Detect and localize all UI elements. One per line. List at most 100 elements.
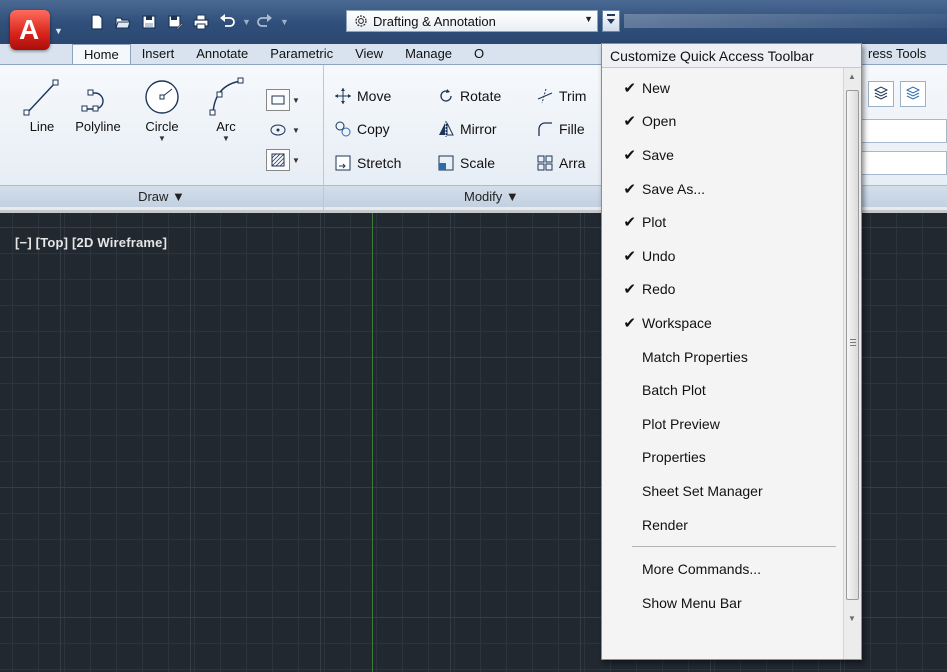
polyline-label: Polyline	[75, 119, 121, 134]
bar-icon	[607, 14, 615, 16]
save-as-icon[interactable]	[164, 11, 186, 33]
tab-parametric[interactable]: Parametric	[259, 44, 344, 64]
autocad-logo-icon: A	[10, 10, 50, 50]
tab-output[interactable]: O	[463, 44, 495, 64]
chevron-down-icon[interactable]: ▼	[134, 134, 190, 143]
open-icon[interactable]	[112, 11, 134, 33]
circle-label: Circle	[145, 119, 179, 134]
layer-match-icon[interactable]	[900, 81, 926, 107]
draw-small-tools: ▼ ▼ ▼	[266, 85, 316, 175]
menu-scrollbar[interactable]: ▲ ▼	[843, 68, 861, 659]
copy-icon	[335, 121, 351, 137]
move-label: Move	[357, 88, 392, 104]
array-button[interactable]: Arra	[536, 154, 585, 172]
undo-icon[interactable]	[216, 11, 238, 33]
save-icon[interactable]	[138, 11, 160, 33]
ellipse-icon	[266, 119, 290, 141]
menu-item-workspace[interactable]: ✔ Workspace	[602, 306, 842, 340]
plot-icon[interactable]	[190, 11, 212, 33]
menu-item-open[interactable]: ✔ Open	[602, 105, 842, 139]
line-label: Line	[29, 119, 55, 134]
scroll-up-icon[interactable]: ▲	[848, 72, 856, 81]
chevron-down-icon[interactable]: ▼	[198, 134, 254, 143]
tab-annotate[interactable]: Annotate	[185, 44, 259, 64]
polyline-button[interactable]: Polyline	[70, 75, 126, 134]
chevron-down-icon[interactable]: ▼	[292, 96, 300, 105]
menu-item-new[interactable]: ✔ New	[602, 71, 842, 105]
menu-item-plot-preview[interactable]: Plot Preview	[602, 407, 842, 441]
menu-item-save-as[interactable]: ✔ Save As...	[602, 172, 842, 206]
tab-manage[interactable]: Manage	[394, 44, 463, 64]
trim-button[interactable]: Trim	[536, 87, 586, 105]
ribbon-tabs: Home Insert Annotate Parametric View Man…	[72, 44, 495, 64]
workspace-combo[interactable]: Drafting & Annotation ▼	[346, 10, 598, 32]
scroll-down-icon[interactable]: ▼	[848, 614, 856, 623]
chevron-down-icon[interactable]: ▼	[280, 17, 289, 27]
modify-footer-label: Modify ▼	[464, 189, 519, 204]
menu-item-plot[interactable]: ✔ Plot	[602, 205, 842, 239]
tab-express-tools[interactable]: ress Tools	[868, 44, 926, 64]
scroll-thumb[interactable]	[846, 90, 859, 600]
menu-item-undo[interactable]: ✔ Undo	[602, 239, 842, 273]
check-icon: ✔	[623, 314, 636, 332]
tab-home[interactable]: Home	[72, 44, 131, 64]
circle-button[interactable]: Circle ▼	[134, 75, 190, 143]
check-icon: ✔	[623, 247, 636, 265]
layer-dropdown[interactable]	[860, 119, 947, 143]
rectangle-icon	[266, 89, 290, 111]
layer-state-dropdown[interactable]	[860, 151, 947, 175]
stretch-button[interactable]: Stretch	[334, 154, 401, 172]
rectangle-button[interactable]: ▼	[266, 85, 316, 115]
customize-qat-menu: Customize Quick Access Toolbar ✔ New ✔ Ope…	[601, 43, 862, 660]
menu-item-more-commands[interactable]: More Commands...	[602, 552, 842, 586]
menu-item-sheet-set-manager[interactable]: Sheet Set Manager	[602, 474, 842, 508]
ellipse-button[interactable]: ▼	[266, 115, 316, 145]
draw-panel-footer[interactable]: Draw ▼	[0, 185, 323, 207]
fillet-button[interactable]: Fille	[536, 120, 585, 138]
tab-view[interactable]: View	[344, 44, 394, 64]
menu-item-render[interactable]: Render	[602, 508, 842, 542]
menu-items: ✔ New ✔ Open ✔ Save ✔ Save As... ✔ Plot ✔ Undo…	[602, 71, 842, 653]
customize-qat-button[interactable]	[602, 10, 620, 32]
menu-item-properties[interactable]: Properties	[602, 441, 842, 475]
title-bar-caption	[624, 14, 947, 28]
rotate-icon	[440, 89, 452, 102]
redo-icon[interactable]	[254, 11, 276, 33]
scale-button[interactable]: Scale	[437, 154, 495, 172]
layer-properties-icon[interactable]	[868, 81, 894, 107]
viewport-controls-label[interactable]: [−] [Top] [2D Wireframe]	[15, 235, 167, 250]
copy-button[interactable]: Copy	[334, 120, 390, 138]
menu-item-redo[interactable]: ✔ Redo	[602, 273, 842, 307]
menu-item-save[interactable]: ✔ Save	[602, 138, 842, 172]
menu-item-partial[interactable]	[602, 620, 842, 654]
tab-insert[interactable]: Insert	[131, 44, 186, 64]
check-icon: ✔	[623, 79, 636, 97]
new-icon[interactable]	[86, 11, 108, 33]
scale-label: Scale	[460, 155, 496, 171]
chevron-down-icon[interactable]: ▼	[242, 17, 251, 27]
fillet-icon	[538, 122, 552, 136]
chevron-down-icon[interactable]: ▼	[292, 126, 300, 135]
chevron-down-icon[interactable]: ▼	[584, 14, 593, 24]
mirror-button[interactable]: Mirror	[437, 120, 497, 138]
chevron-down-icon[interactable]: ▼	[292, 156, 300, 165]
menu-item-batch-plot[interactable]: Batch Plot	[602, 373, 842, 407]
trim-label: Trim	[559, 88, 587, 104]
ribbon-right-tools	[868, 81, 926, 107]
array-icon	[537, 155, 553, 171]
hatch-button[interactable]: ▼	[266, 145, 316, 175]
check-icon: ✔	[623, 281, 636, 299]
workspace-value: Drafting & Annotation	[373, 13, 496, 29]
menu-title: Customize Quick Access Toolbar	[602, 44, 861, 68]
stretch-label: Stretch	[357, 155, 402, 171]
move-button[interactable]: Move	[334, 87, 391, 105]
line-button[interactable]: Line	[14, 75, 70, 134]
menu-item-show-menu-bar[interactable]: Show Menu Bar	[602, 586, 842, 620]
menu-item-match-properties[interactable]: Match Properties	[602, 340, 842, 374]
application-menu-button[interactable]: A ▼	[6, 8, 64, 58]
trim-icon	[537, 88, 553, 104]
arc-button[interactable]: Arc ▼	[198, 75, 254, 143]
rotate-button[interactable]: Rotate	[437, 87, 501, 105]
check-icon: ✔	[623, 113, 636, 131]
check-icon: ✔	[623, 180, 636, 198]
